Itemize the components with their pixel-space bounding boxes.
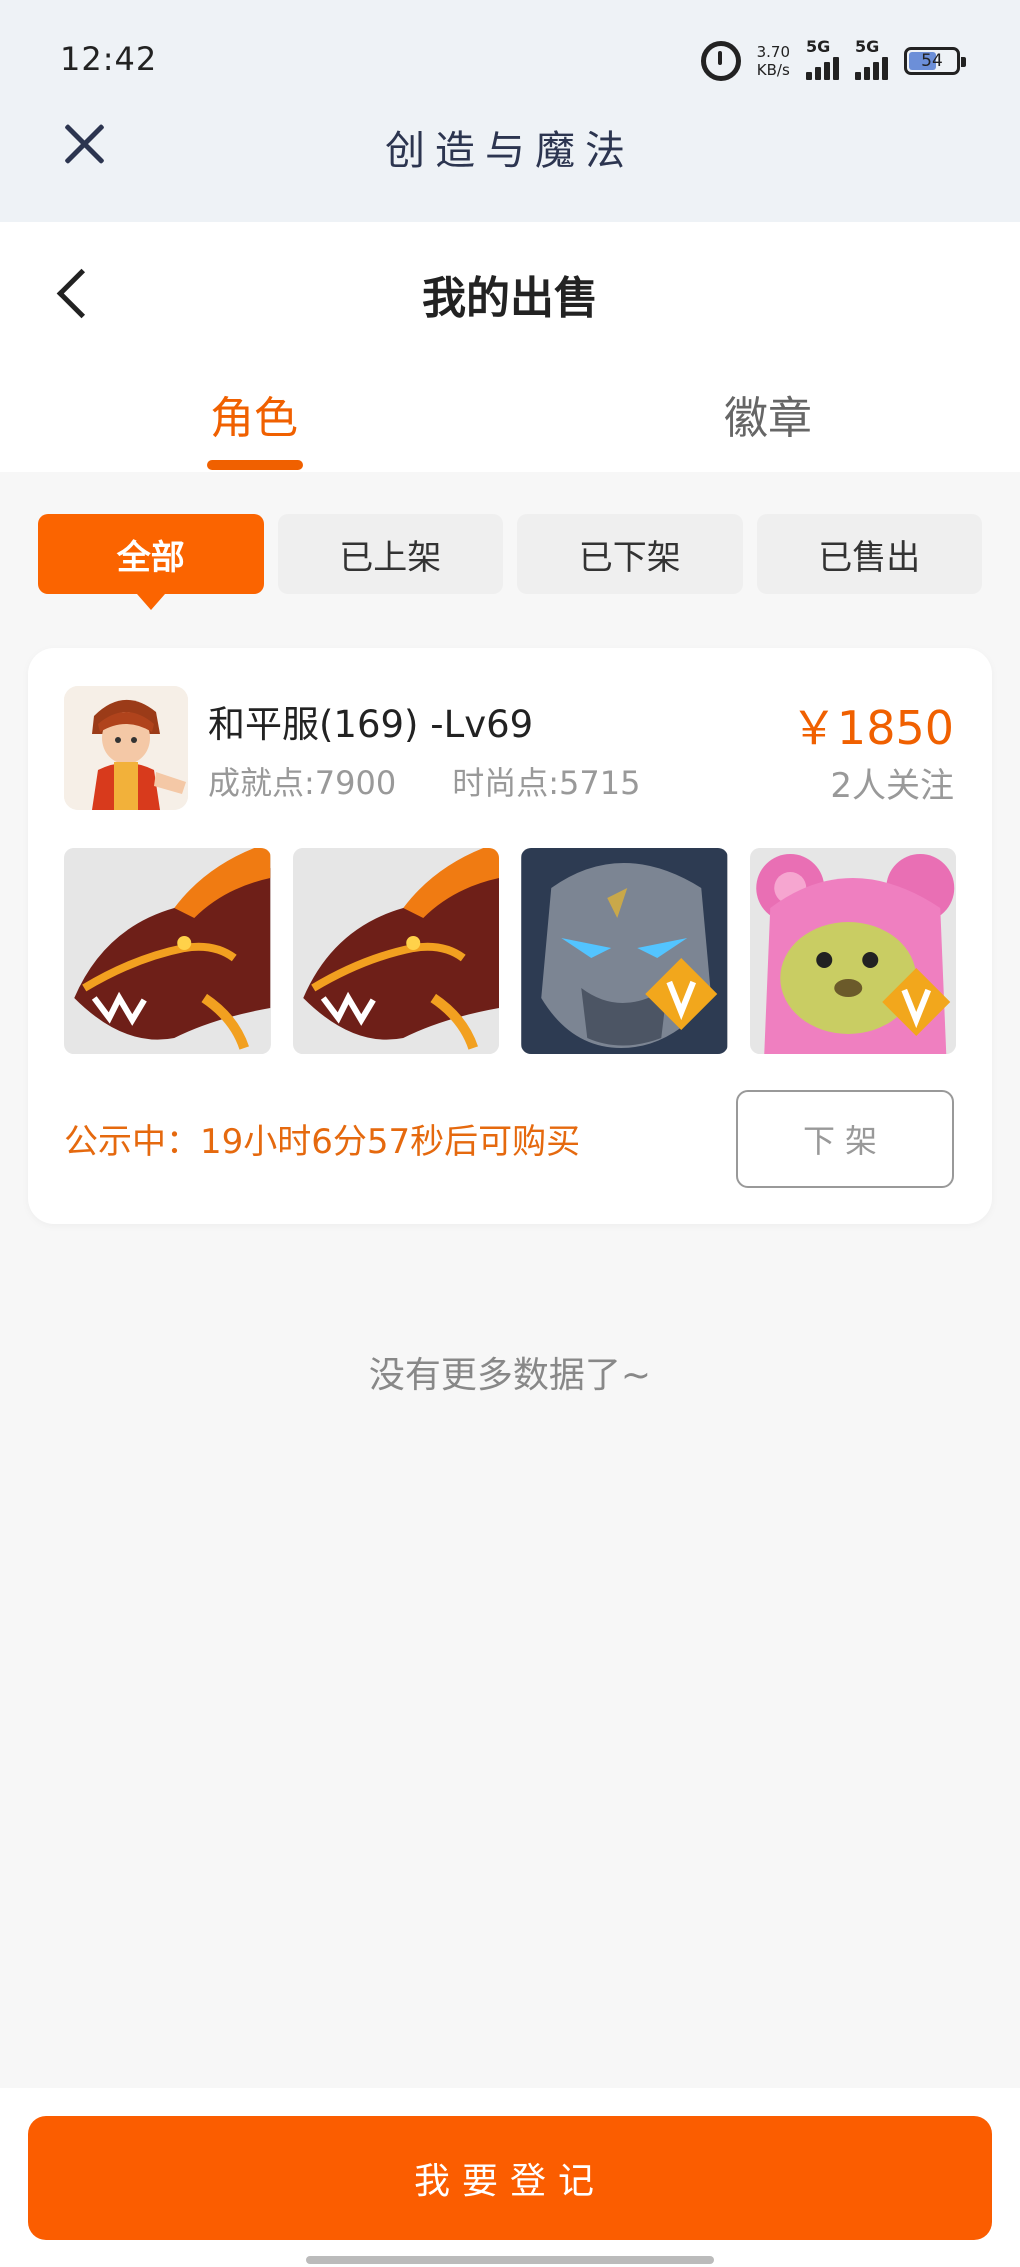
filter-sold[interactable]: 已售出 [756,514,982,594]
alarm-icon [700,41,741,81]
status-time: 12:42 [60,40,158,78]
public-notice-countdown: 公示中：19小时6分57秒后可购买 [64,1122,581,1162]
listing-price: ￥1850 [790,701,954,755]
network-speed: 3.70 KB/s [757,43,790,79]
filter-delisted[interactable]: 已下架 [517,514,743,594]
signal-type-label: 5G [855,36,880,56]
listing-card[interactable]: 和平服(169) -Lv69 成就点:7900 时尚点:5715 ￥1850 2… [28,648,992,1224]
filter-listed[interactable]: 已上架 [277,514,503,594]
dragon-mount-icon[interactable] [292,848,499,1054]
follower-count: 2人关注 [830,766,954,806]
page-title: 我的出售 [422,273,598,324]
app-title: 创造与魔法 [385,128,635,174]
home-indicator [306,2256,714,2264]
app-top-bar: 12:42 3.70 KB/s 5G 5G 54 创造与魔法 [0,0,1020,222]
character-avatar [64,686,188,810]
pink-bear-mount-icon[interactable] [749,848,956,1054]
fashion-points: 时尚点:5715 [452,764,641,802]
character-name: 和平服(169) -Lv69 [208,703,534,746]
page-header: 我的出售 角色 徽章 [0,222,1020,472]
register-button[interactable]: 我要登记 [28,2116,992,2240]
mount-list [64,848,956,1054]
signal-icon: 5G [806,37,839,80]
signal-icon: 5G [855,37,888,80]
tab-role[interactable]: 角色 [210,382,298,446]
delist-button[interactable]: 下架 [736,1090,954,1188]
status-icons: 3.70 KB/s 5G 5G 54 [700,37,966,84]
list-end-message: 没有更多数据了~ [368,1355,652,1396]
status-filter-bar: 全部 已上架 已下架 已售出 [38,514,982,610]
dragon-mount-icon[interactable] [64,848,271,1054]
network-speed-unit: KB/s [756,61,790,79]
signal-type-label: 5G [806,36,831,56]
character-stats: 成就点:7900 时尚点:5715 [208,758,640,804]
tab-badge[interactable]: 徽章 [724,382,812,446]
battery-icon: 54 [904,47,966,75]
stone-golem-mount-icon[interactable] [521,848,728,1054]
active-tab-indicator [207,460,303,470]
network-speed-value: 3.70 [756,43,790,61]
filter-all[interactable]: 全部 [38,514,264,610]
achievement-points: 成就点:7900 [208,764,397,802]
battery-level: 54 [921,51,943,71]
